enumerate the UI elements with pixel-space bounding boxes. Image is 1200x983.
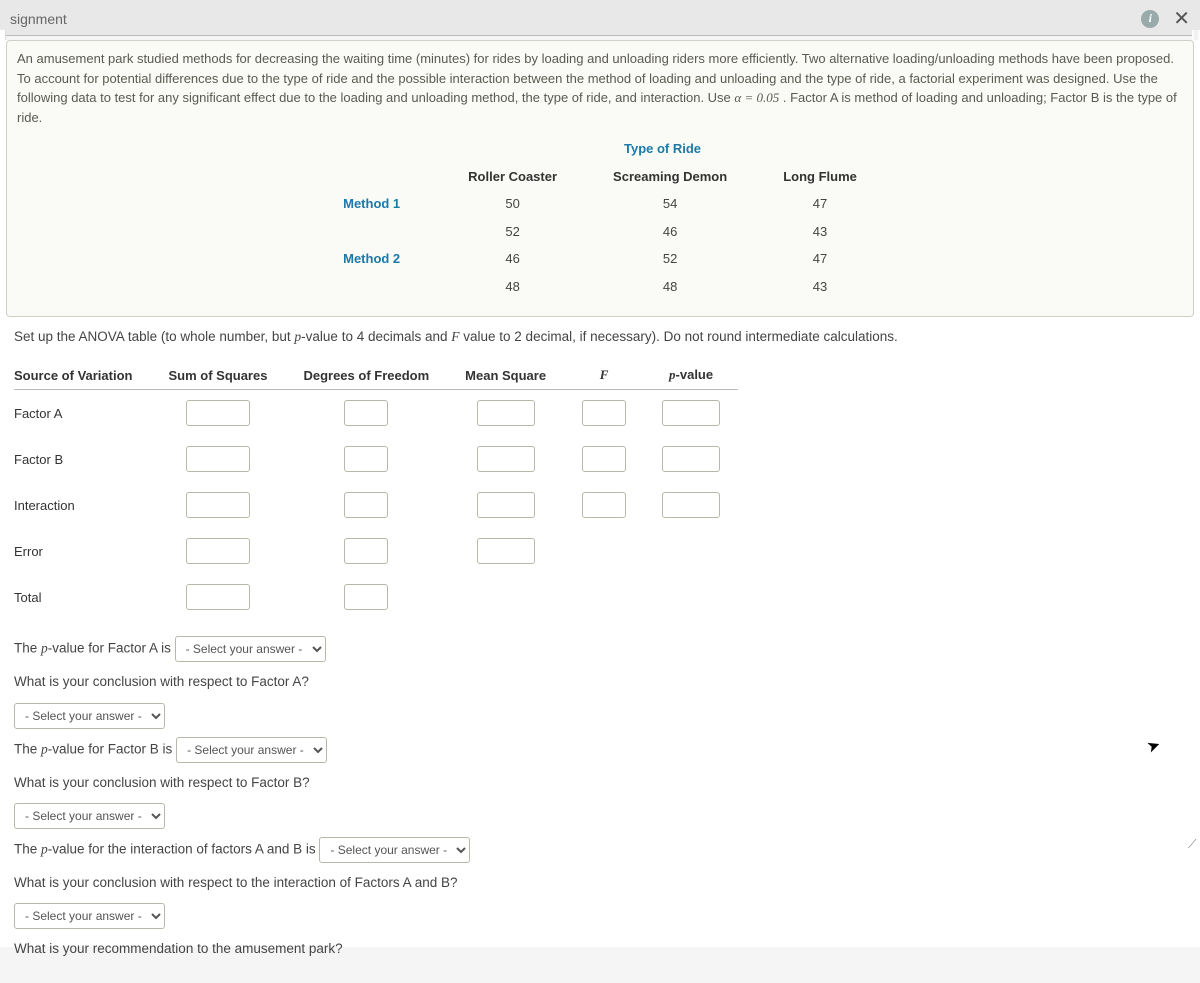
- ride-data-table: Type of Ride Roller Coaster Screaming De…: [315, 135, 885, 300]
- factor-a-df-input[interactable]: [344, 400, 388, 426]
- anova-row-total: Total: [14, 574, 738, 620]
- anova-row-interaction: Interaction: [14, 482, 738, 528]
- tab-label: signment: [10, 11, 67, 27]
- error-ss-input[interactable]: [186, 538, 250, 564]
- factor-b-pvalue-select[interactable]: - Select your answer -: [176, 737, 327, 763]
- factor-a-conclusion-q: What is your conclusion with respect to …: [14, 670, 1186, 694]
- close-icon[interactable]: ✕: [1173, 6, 1190, 31]
- data-cell: 48: [440, 273, 585, 301]
- factor-a-pvalue-select[interactable]: - Select your answer -: [175, 636, 326, 662]
- data-cell: 43: [755, 218, 885, 246]
- anova-label: Factor A: [14, 390, 150, 437]
- table-row: Method 1 50 54 47: [315, 190, 885, 218]
- data-cell: 43: [755, 273, 885, 301]
- data-cell: 46: [585, 218, 755, 246]
- interaction-p-input[interactable]: [662, 492, 720, 518]
- col-long-flume: Long Flume: [755, 163, 885, 191]
- anova-h-source: Source of Variation: [14, 361, 150, 390]
- data-cell: 48: [585, 273, 755, 301]
- info-icon[interactable]: i: [1141, 10, 1159, 28]
- factor-a-ms-input[interactable]: [477, 400, 535, 426]
- interaction-ss-input[interactable]: [186, 492, 250, 518]
- col-roller-coaster: Roller Coaster: [440, 163, 585, 191]
- anova-row-factor-b: Factor B: [14, 436, 738, 482]
- recommendation-q: What is your recommendation to the amuse…: [14, 937, 1186, 961]
- interaction-pvalue-line: The p-value for the interaction of facto…: [14, 837, 1186, 863]
- data-cell: 47: [755, 245, 885, 273]
- data-cell: 47: [755, 190, 885, 218]
- anova-h-f: F: [564, 361, 644, 390]
- data-cell: 52: [440, 218, 585, 246]
- type-of-ride-header: Type of Ride: [440, 135, 885, 163]
- interaction-df-input[interactable]: [344, 492, 388, 518]
- table-row: Method 2 46 52 47: [315, 245, 885, 273]
- method2-label: Method 2: [315, 245, 440, 273]
- factor-b-df-input[interactable]: [344, 446, 388, 472]
- factor-b-ss-input[interactable]: [186, 446, 250, 472]
- header-actions: i ✕: [1141, 6, 1190, 31]
- error-df-input[interactable]: [344, 538, 388, 564]
- interaction-ms-input[interactable]: [477, 492, 535, 518]
- anova-h-ms: Mean Square: [447, 361, 564, 390]
- interaction-conclusion-q: What is your conclusion with respect to …: [14, 871, 1186, 895]
- anova-h-p: p-value: [644, 361, 738, 390]
- error-ms-input[interactable]: [477, 538, 535, 564]
- factor-b-conclusion-select[interactable]: - Select your answer -: [14, 803, 165, 829]
- data-cell: 52: [585, 245, 755, 273]
- anova-label: Factor B: [14, 436, 150, 482]
- anova-label: Interaction: [14, 482, 150, 528]
- col-screaming-demon: Screaming Demon: [585, 163, 755, 191]
- anova-row-error: Error: [14, 528, 738, 574]
- method1-label: Method 1: [315, 190, 440, 218]
- factor-a-ss-input[interactable]: [186, 400, 250, 426]
- factor-b-f-input[interactable]: [582, 446, 626, 472]
- anova-row-factor-a: Factor A: [14, 390, 738, 437]
- table-row: 52 46 43: [315, 218, 885, 246]
- interaction-pvalue-select[interactable]: - Select your answer -: [319, 837, 470, 863]
- anova-table: Source of Variation Sum of Squares Degre…: [14, 361, 738, 620]
- question-prompt: An amusement park studied methods for de…: [6, 40, 1194, 317]
- anova-h-df: Degrees of Freedom: [285, 361, 447, 390]
- factor-a-pvalue-line: The p-value for Factor A is - Select you…: [14, 636, 1186, 662]
- anova-label: Total: [14, 574, 150, 620]
- factor-a-f-input[interactable]: [582, 400, 626, 426]
- alpha-expression: α = 0.05: [734, 90, 779, 105]
- data-cell: 50: [440, 190, 585, 218]
- factor-a-p-input[interactable]: [662, 400, 720, 426]
- anova-h-ss: Sum of Squares: [150, 361, 285, 390]
- factor-b-pvalue-line: The p-value for Factor B is - Select you…: [14, 737, 1186, 763]
- interaction-conclusion-select[interactable]: - Select your answer -: [14, 903, 165, 929]
- resize-handle-icon[interactable]: ⟋: [1188, 837, 1198, 847]
- content-area: An amusement park studied methods for de…: [0, 40, 1200, 947]
- anova-label: Error: [14, 528, 150, 574]
- data-cell: 46: [440, 245, 585, 273]
- anova-instruction: Set up the ANOVA table (to whole number,…: [14, 327, 1186, 347]
- table-row: 48 48 43: [315, 273, 885, 301]
- interaction-f-input[interactable]: [582, 492, 626, 518]
- answer-area: Set up the ANOVA table (to whole number,…: [0, 327, 1200, 983]
- page-header: signment i ✕: [0, 0, 1200, 36]
- factor-b-ms-input[interactable]: [477, 446, 535, 472]
- factor-b-p-input[interactable]: [662, 446, 720, 472]
- data-table-wrap: Type of Ride Roller Coaster Screaming De…: [17, 135, 1183, 300]
- factor-a-conclusion-select[interactable]: - Select your answer -: [14, 703, 165, 729]
- total-ss-input[interactable]: [186, 584, 250, 610]
- data-cell: 54: [585, 190, 755, 218]
- factor-b-conclusion-q: What is your conclusion with respect to …: [14, 771, 1186, 795]
- total-df-input[interactable]: [344, 584, 388, 610]
